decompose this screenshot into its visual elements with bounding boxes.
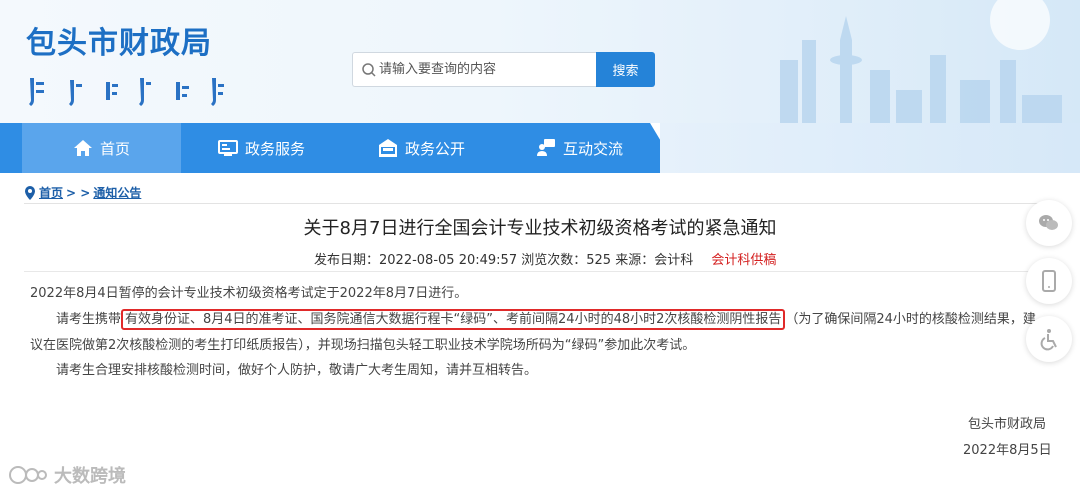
paragraph-2-tail: （为了确保间隔24小时的核酸检测结果，建 <box>785 312 1036 327</box>
signature-org: 包头市财政局 <box>968 417 1047 432</box>
views-count: 525 <box>586 253 612 268</box>
meta-divider <box>24 271 1052 272</box>
source-value: 会计科 <box>654 253 694 268</box>
mongolian-script-logo <box>29 78 224 106</box>
accessibility-button[interactable] <box>1026 316 1072 362</box>
city-skyline-banner <box>780 0 1062 123</box>
nav-item-interaction[interactable]: 互动交流 <box>536 123 623 173</box>
nav-label: 首页 <box>99 139 130 158</box>
nav-label: 政务公开 <box>405 139 466 158</box>
breadcrumb-separator: > > <box>66 185 91 200</box>
article-title: 关于8月7日进行全国会计专业技术初级资格考试的紧急通知 <box>303 218 777 239</box>
nav-label: 政务服务 <box>245 139 306 158</box>
watermark-text: 大数跨境 <box>54 466 126 487</box>
search-icon <box>362 63 376 77</box>
paragraph-3: 请考生合理安排核酸检测时间，做好个人防护，敬请广大考生周知，请并互相转告。 <box>56 363 538 378</box>
paragraph-1: 2022年8月4日暂停的会计专业技术初级资格考试定于2022年8月7日进行。 <box>30 286 468 301</box>
accessibility-icon <box>1040 329 1057 351</box>
wechat-button[interactable] <box>1026 200 1072 246</box>
side-toolbar <box>1026 200 1074 374</box>
location-pin-icon <box>25 185 35 200</box>
paragraph-2-lead: 请考生携带 <box>56 312 122 327</box>
nav-label: 互动交流 <box>563 139 624 158</box>
nav-item-home[interactable]: 首页 <box>22 123 181 173</box>
search-button[interactable]: 搜索 <box>596 52 655 87</box>
signature-date: 2022年8月5日 <box>963 443 1052 458</box>
search-input[interactable] <box>379 53 593 86</box>
breadcrumb: 首页 > > 通知公告 <box>24 184 141 201</box>
site-title[interactable]: 包头市财政局 <box>26 18 212 62</box>
highlighted-requirements: 有效身份证、8月4日的准考证、国务院通信大数据行程卡“绿码”、考前间隔24小时的… <box>121 309 786 330</box>
publish-date: 2022-08-05 20:49:57 <box>379 253 518 268</box>
breadcrumb-divider <box>24 203 1052 204</box>
nav-item-services[interactable]: 政务服务 <box>218 123 305 173</box>
mobile-button[interactable] <box>1026 258 1072 304</box>
source-tag: 会计科供稿 <box>711 253 777 268</box>
nav-item-disclosure[interactable]: 政务公开 <box>378 123 465 173</box>
site-header: 包头市财政局 搜索 <box>0 0 1080 123</box>
monitor-icon <box>218 140 238 156</box>
wechat-icon <box>1039 215 1058 230</box>
views-label: 浏览次数： <box>521 253 587 268</box>
article-meta: 发布日期：2022-08-05 20:49:57 浏览次数：525 来源：会计科… <box>314 249 776 268</box>
search-box <box>352 52 596 87</box>
page: 包头市财政局 搜索 <box>0 0 1080 497</box>
breadcrumb-current-link[interactable]: 通知公告 <box>93 184 141 201</box>
paragraph-2: 请考生携带 有效身份证、8月4日的准考证、国务院通信大数据行程卡“绿码”、考前间隔… <box>30 309 1036 330</box>
watermark-logo-icon <box>9 466 47 484</box>
watermark: 大数跨境 <box>8 462 126 488</box>
main-nav: 首页 政务服务 政务公开 互动交流 <box>0 123 680 173</box>
breadcrumb-home-link[interactable]: 首页 <box>39 184 63 201</box>
nav-banner-extension <box>660 123 1080 173</box>
chat-users-icon <box>537 139 555 156</box>
building-icon <box>379 139 397 157</box>
publish-label: 发布日期： <box>314 253 380 268</box>
mobile-icon <box>1042 270 1056 292</box>
paragraph-2-continued: 议在医院做第2次核酸检测的考生打印纸质报告），并现场扫描包头轻工职业技术学院场所… <box>30 338 696 353</box>
home-icon <box>73 140 92 156</box>
source-label: 来源： <box>615 253 655 268</box>
